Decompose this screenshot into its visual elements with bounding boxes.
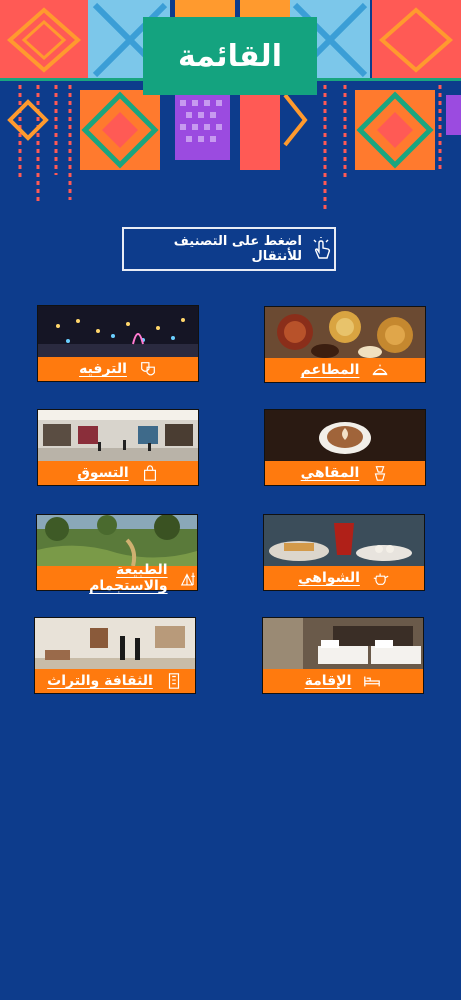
bed-icon [364,676,381,687]
category-label: التسوق [77,465,129,481]
theater-masks-icon [141,362,155,376]
cafes-photo [265,410,425,461]
tap-hand-icon [313,237,331,259]
category-card-restaurants[interactable]: المطاعم [264,306,426,383]
teapot-icon [373,573,389,585]
page-title: القائمة [143,17,317,95]
coffee-maker-icon [375,466,386,481]
tea-houses-photo [264,515,424,566]
category-label: الترفيه [79,361,127,377]
header-banner: القائمة [0,0,461,215]
category-card-entertainment[interactable]: الترفيه [37,305,199,382]
category-card-accommodation[interactable]: الإقامة [262,617,424,694]
category-card-culture-heritage[interactable]: الثقافة والتراث [34,617,196,694]
category-card-nature[interactable]: الطبيعة والاستجمام [36,514,198,594]
accommodation-photo [263,618,423,669]
navigation-hint: اضغط على التصنيف للأنتقال [122,227,336,271]
category-card-tea-houses[interactable]: الشواهي [263,514,425,591]
shopping-bag-icon [143,465,156,481]
category-label: المطاعم [300,362,360,378]
restaurants-photo [265,307,425,358]
nature-camping-icon [180,572,195,586]
category-label: المقاهي [300,465,360,481]
category-label: الشواهي [298,570,360,586]
category-label: الطبيعة والاستجمام [89,562,168,594]
restaurant-icon [372,364,388,376]
culture-heritage-photo [35,618,195,669]
category-label: الإقامة [304,673,352,689]
category-label: الثقافة والتراث [47,673,153,689]
hint-text: اضغط على التصنيف للأنتقال [173,234,302,264]
heritage-building-icon [168,673,179,689]
nature-photo [37,515,197,566]
shopping-photo [38,410,198,461]
entertainment-photo [38,306,198,357]
category-card-cafes[interactable]: المقاهي [264,409,426,486]
category-card-shopping[interactable]: التسوق [37,409,199,486]
